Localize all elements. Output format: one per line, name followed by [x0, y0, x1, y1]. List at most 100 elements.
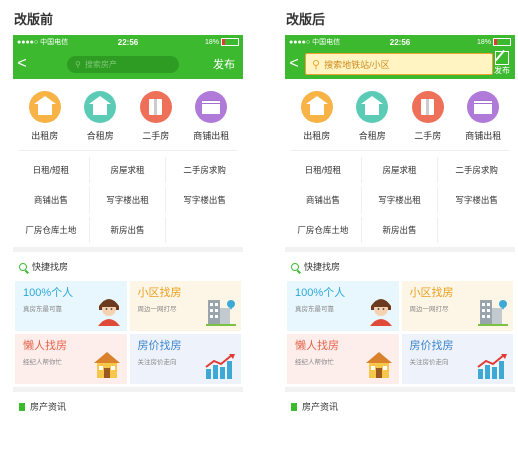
link-item[interactable]: 写字楼出售 [166, 187, 243, 213]
landlord-avatar-icon [369, 299, 392, 326]
house-icon [356, 91, 389, 123]
category-label: 出租房 [31, 131, 59, 141]
quick-search-header: 快捷找房 [285, 252, 515, 281]
card-price[interactable]: 房价找房 关注房价走向 [129, 334, 241, 384]
back-button[interactable]: < [13, 55, 31, 73]
edit-icon [495, 51, 509, 65]
building-icon [139, 91, 172, 123]
link-item[interactable]: 写字楼出售 [438, 187, 515, 213]
news-title: 房产资讯 [30, 402, 67, 412]
phone-after: ●●●●○ 中国电信 22:56 18% < ⚲ 搜索地铁站/小区 发布 出租房… [285, 35, 515, 425]
link-item[interactable]: 厂房仓库土地 [285, 217, 362, 243]
category-label: 出租房 [303, 131, 331, 141]
category-label: 二手房 [142, 131, 170, 141]
shop-icon [467, 91, 500, 123]
quick-search-title: 快捷找房 [32, 262, 69, 272]
quick-search-cards: 100%个人 真房东最可靠 小区找房 周边一网打尽 懒人找房 经纪人帮你忙 房价… [285, 281, 515, 384]
link-item[interactable]: 房屋求租 [362, 157, 439, 183]
publish-button[interactable]: 发布 [213, 56, 235, 72]
price-trend-icon [205, 354, 235, 379]
quick-search-title: 快捷找房 [304, 262, 341, 272]
category-shop-rent[interactable]: 商铺出租 [458, 91, 508, 142]
card-lazy[interactable]: 懒人找房 经纪人帮你忙 [15, 334, 127, 384]
category-second-hand[interactable]: 二手房 [131, 91, 181, 142]
news-title: 房产资讯 [302, 402, 339, 412]
caption-after: 改版后 [286, 12, 326, 27]
publish-label: 发布 [494, 66, 510, 75]
category-label: 合租房 [358, 131, 386, 141]
phone-before: ●●●●○ 中国电信 22:56 18% < ⚲ 搜索房产 发布 出租房 合租房… [13, 35, 243, 425]
shop-icon [195, 91, 228, 123]
quick-search-header: 快捷找房 [13, 252, 243, 281]
buildings-icon [206, 300, 236, 326]
status-time: 22:56 [389, 37, 411, 47]
news-header[interactable]: 房产资讯 [285, 392, 515, 421]
category-rent[interactable]: 出租房 [20, 91, 70, 142]
category-label: 二手房 [414, 131, 442, 141]
category-icons: 出租房 合租房 二手房 商铺出租 [13, 79, 243, 142]
status-bar: ●●●●○ 中国电信 22:56 18% [13, 35, 243, 49]
card-personal[interactable]: 100%个人 真房东最可靠 [287, 281, 399, 331]
publish-button[interactable]: 发布 [492, 51, 512, 75]
card-price[interactable]: 房价找房 关注房价走向 [401, 334, 513, 384]
category-rent[interactable]: 出租房 [292, 91, 342, 142]
card-title: 房价找房 [409, 340, 454, 352]
building-icon [411, 91, 444, 123]
card-community[interactable]: 小区找房 周边一网打尽 [401, 281, 513, 331]
status-bar: ●●●●○ 中国电信 22:56 18% [285, 35, 515, 49]
search-input[interactable]: ⚲ 搜索房产 [67, 55, 179, 73]
document-icon [291, 402, 297, 411]
house-icon [93, 352, 120, 378]
category-label: 商铺出租 [193, 131, 230, 141]
house-icon [300, 91, 333, 123]
house-icon [28, 91, 61, 123]
caption-before: 改版前 [14, 12, 54, 27]
card-title: 房价找房 [137, 340, 182, 352]
document-icon [19, 402, 25, 411]
category-label: 合租房 [86, 131, 114, 141]
search-icon: ⚲ [75, 59, 81, 69]
price-trend-icon [477, 354, 507, 379]
link-item[interactable]: 二手房求购 [438, 157, 515, 183]
link-item[interactable]: 写字楼出租 [90, 187, 167, 213]
category-shop-rent[interactable]: 商铺出租 [186, 91, 236, 142]
battery-icon [493, 38, 511, 46]
card-community[interactable]: 小区找房 周边一网打尽 [129, 281, 241, 331]
category-shared-rent[interactable]: 合租房 [75, 91, 125, 142]
battery-icon [221, 38, 239, 46]
back-button[interactable]: < [285, 55, 303, 73]
house-icon [365, 352, 392, 378]
link-item[interactable]: 商铺出售 [13, 187, 90, 213]
link-item[interactable]: 二手房求购 [166, 157, 243, 183]
status-time: 22:56 [117, 37, 139, 47]
link-item[interactable]: 新房出售 [90, 217, 167, 243]
link-item[interactable]: 日租/短租 [13, 157, 90, 183]
sub-category-grid: 日租/短租 房屋求租 二手房求购 商铺出售 写字楼出租 写字楼出售 厂房仓库土地… [285, 151, 515, 245]
link-item[interactable]: 日租/短租 [285, 157, 362, 183]
category-second-hand[interactable]: 二手房 [403, 91, 453, 142]
sub-category-grid: 日租/短租 房屋求租 二手房求购 商铺出售 写字楼出租 写字楼出售 厂房仓库土地… [13, 151, 243, 245]
category-icons: 出租房 合租房 二手房 商铺出租 [285, 79, 515, 142]
link-item[interactable]: 厂房仓库土地 [13, 217, 90, 243]
search-icon [19, 262, 27, 271]
buildings-icon [478, 300, 508, 326]
nav-bar: < ⚲ 搜索地铁站/小区 发布 [285, 49, 515, 79]
link-item[interactable]: 写字楼出租 [362, 187, 439, 213]
link-item[interactable]: 商铺出售 [285, 187, 362, 213]
search-placeholder: 搜索地铁站/小区 [324, 59, 390, 70]
search-icon [291, 262, 299, 271]
landlord-avatar-icon [97, 299, 120, 326]
quick-search-cards: 100%个人 真房东最可靠 小区找房 周边一网打尽 懒人找房 经纪人帮你忙 房价… [13, 281, 243, 384]
search-icon: ⚲ [312, 58, 321, 71]
category-shared-rent[interactable]: 合租房 [347, 91, 397, 142]
search-input[interactable]: ⚲ 搜索地铁站/小区 [305, 53, 493, 75]
search-placeholder: 搜索房产 [84, 59, 117, 69]
news-header[interactable]: 房产资讯 [13, 392, 243, 421]
link-item[interactable]: 新房出售 [362, 217, 439, 243]
category-label: 商铺出租 [465, 131, 502, 141]
nav-bar: < ⚲ 搜索房产 发布 [13, 49, 243, 79]
card-lazy[interactable]: 懒人找房 经纪人帮你忙 [287, 334, 399, 384]
link-item[interactable]: 房屋求租 [90, 157, 167, 183]
card-personal[interactable]: 100%个人 真房东最可靠 [15, 281, 127, 331]
house-icon [84, 91, 117, 123]
